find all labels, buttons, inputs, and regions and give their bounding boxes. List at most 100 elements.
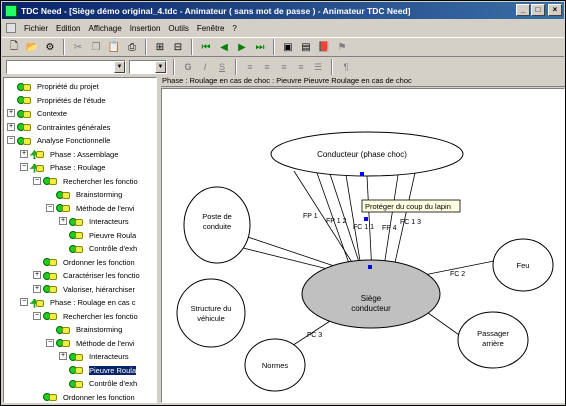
collapse-toggle[interactable]: − (20, 163, 28, 171)
tree-item[interactable]: Rechercher les fonctio (43, 175, 138, 188)
menu-edition[interactable]: Edition (52, 24, 84, 33)
selection-handle[interactable] (368, 265, 372, 269)
selection-handle[interactable] (360, 172, 364, 176)
tree-item[interactable]: Valoriser, hiérarchiser (43, 283, 135, 296)
chevron-down-icon[interactable]: ▼ (155, 60, 166, 73)
view-icon[interactable]: ▣ (280, 39, 296, 55)
node-structure[interactable] (176, 278, 246, 348)
tree-item[interactable]: Contexte (17, 107, 67, 120)
collapse-toggle[interactable]: − (7, 136, 15, 144)
tree-item[interactable]: Brainstorming (56, 323, 122, 336)
expand-toggle[interactable]: + (7, 109, 15, 117)
menu-help[interactable]: ? (228, 24, 240, 33)
first-icon[interactable]: ⏮ (198, 39, 214, 55)
title-bar[interactable]: TDC Need - [Siège démo original_4.tdc - … (2, 2, 564, 19)
menu-insertion[interactable]: Insertion (126, 24, 165, 33)
cut-icon[interactable]: ✂ (70, 39, 86, 55)
tree-expand-icon[interactable]: ⊞ (152, 39, 168, 55)
print-icon[interactable]: ⎙ (124, 39, 140, 55)
tree-item[interactable]: Méthode de l'envi (56, 337, 135, 350)
tree-item[interactable]: Brainstorming (56, 188, 122, 201)
next-icon[interactable]: ▶ (234, 39, 250, 55)
function-label-fp1[interactable]: FP 1 (303, 213, 318, 220)
collapse-toggle[interactable]: − (33, 176, 41, 185)
pieuvre-diagram[interactable]: Siège conducteur Conducteur (phase choc) … (161, 88, 565, 403)
tree-item[interactable]: Phase : Assemblage (30, 148, 118, 161)
menu-affichage[interactable]: Affichage (84, 24, 125, 33)
function-label-fc3[interactable]: FC 3 (307, 332, 322, 339)
function-label-fc11[interactable]: FC 1 1 (353, 224, 374, 231)
tree-item[interactable]: Pieuvre Roula (69, 364, 137, 377)
book-icon[interactable]: 📕 (316, 39, 332, 55)
tree-item[interactable]: Ordonner les fonction (43, 256, 135, 269)
tree-item[interactable]: Phase : Roulage (30, 161, 105, 174)
properties-icon[interactable]: ⚙ (42, 39, 58, 55)
collapse-toggle[interactable]: − (33, 311, 41, 320)
tree-item[interactable]: Pieuvre Roula (69, 229, 136, 242)
function-label-fc13[interactable]: FC 1 3 (400, 219, 421, 226)
tree-item[interactable]: Propriétés de l'étude (17, 94, 106, 107)
bullets-icon[interactable]: ☰ (311, 60, 325, 74)
selection-handle[interactable] (364, 217, 368, 221)
function-label-fp4[interactable]: FP 4 (382, 225, 397, 232)
node-icon (17, 82, 33, 92)
collapse-toggle[interactable]: − (46, 203, 54, 212)
close-button[interactable]: × (548, 4, 562, 16)
paste-icon[interactable]: 📋 (106, 39, 122, 55)
expand-toggle[interactable]: + (59, 217, 67, 225)
tree-item[interactable]: Ordonner les fonction (43, 391, 135, 403)
toolbar-separator (63, 39, 65, 55)
tree-item[interactable]: Analyse Fonctionnelle (17, 134, 110, 147)
bold-button[interactable]: G (181, 60, 195, 74)
tree-collapse-icon[interactable]: ⊟ (170, 39, 186, 55)
menu-fichier[interactable]: Fichier (20, 24, 52, 33)
last-icon[interactable]: ⏭ (252, 39, 268, 55)
tree-item-label: Contrôle d'exh (89, 379, 138, 388)
tree-item[interactable]: Caractériser les fonctio (43, 269, 140, 282)
menu-outils[interactable]: Outils (164, 24, 192, 33)
tree-item[interactable]: Interacteurs (69, 215, 129, 228)
expand-toggle[interactable]: + (20, 149, 28, 158)
italic-button[interactable]: I (198, 60, 212, 74)
function-label-fp12[interactable]: FP 1 2 (326, 218, 347, 225)
font-combo[interactable]: ▼ (6, 59, 126, 74)
tree-item[interactable]: Interacteurs (69, 350, 129, 363)
expand-toggle[interactable]: + (33, 284, 41, 293)
copy-icon[interactable]: ❐ (88, 39, 104, 55)
project-tree[interactable]: Propriété du projet Propriétés de l'étude… (3, 77, 157, 403)
tree-item[interactable]: Méthode de l'envi (56, 202, 135, 215)
tree-item[interactable]: Phase : Roulage en cas c (30, 296, 135, 309)
function-label-fc2[interactable]: FC 2 (450, 271, 465, 278)
collapse-toggle[interactable]: − (20, 298, 28, 306)
node-icon (43, 257, 59, 267)
align-right-icon[interactable]: ≡ (277, 60, 291, 74)
chevron-down-icon[interactable]: ▼ (114, 60, 125, 73)
tree-item[interactable]: Contrôle d'exh (69, 377, 137, 390)
expand-toggle[interactable]: + (59, 352, 67, 360)
expand-toggle[interactable]: + (33, 271, 41, 279)
open-folder-icon[interactable]: 📂 (24, 39, 40, 55)
new-file-icon[interactable]: 🗋 (6, 39, 22, 55)
align-center-icon[interactable]: ≡ (260, 60, 274, 74)
align-left-icon[interactable]: ≡ (243, 60, 257, 74)
app-icon[interactable] (5, 4, 17, 17)
tree-item[interactable]: Contrôle d'exh (69, 242, 137, 255)
maximize-button[interactable]: □ (531, 4, 545, 16)
size-combo[interactable]: ▼ (129, 59, 167, 74)
minimize-button[interactable]: _ (516, 4, 530, 16)
paragraph-icon[interactable]: ¶ (339, 60, 353, 74)
tree-item[interactable]: Propriété du projet (17, 80, 99, 93)
document-icon[interactable] (6, 23, 16, 33)
flag-icon[interactable]: ⚑ (334, 39, 350, 55)
expand-toggle[interactable]: + (7, 122, 15, 131)
previous-icon[interactable]: ◀ (216, 39, 232, 55)
tree-item-label: Méthode de l'envi (76, 338, 135, 348)
tree-item[interactable]: Rechercher les fonctio (43, 310, 138, 323)
underline-button[interactable]: S (215, 60, 229, 74)
collapse-toggle[interactable]: − (46, 338, 54, 347)
layout-icon[interactable]: ▤ (298, 39, 314, 55)
node-icon (69, 365, 85, 375)
menu-fenetre[interactable]: Fenêtre (193, 24, 229, 33)
justify-icon[interactable]: ≡ (294, 60, 308, 74)
tree-item[interactable]: Contraintes générales (17, 121, 110, 134)
